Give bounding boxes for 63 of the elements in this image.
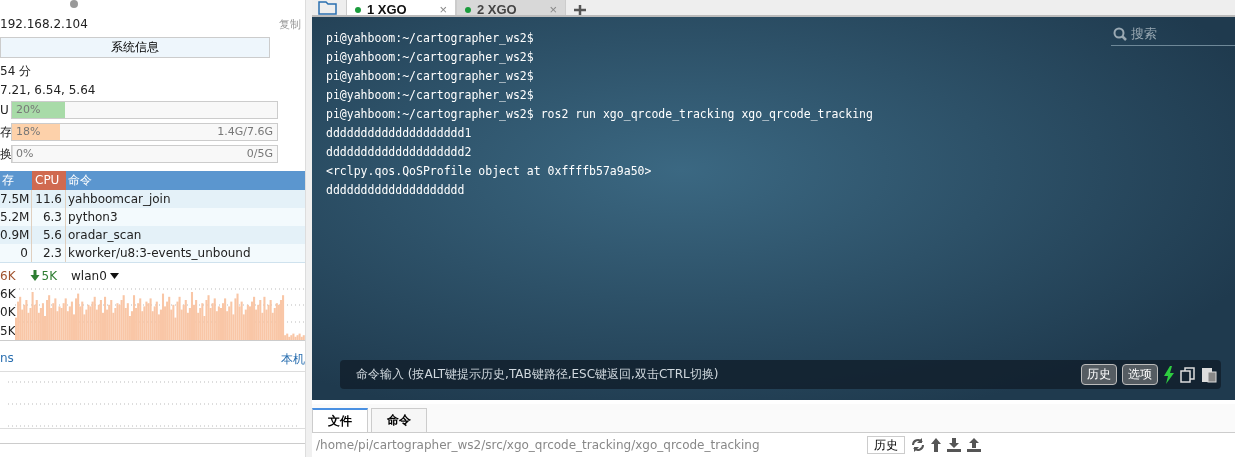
command-placeholder: 命令输入 (按ALT键提示历史,TAB键路径,ESC键返回,双击CTRL切换)	[356, 366, 720, 383]
session-tab[interactable]: 1 XGO ×	[346, 0, 456, 15]
uptime-text: 54 分	[0, 62, 33, 80]
table-cell: 5.6	[32, 225, 66, 244]
table-cell: 0	[0, 243, 32, 262]
up-arrow-icon[interactable]	[931, 438, 941, 452]
down-arrow-icon	[29, 270, 40, 282]
history-button[interactable]: 历史	[867, 436, 905, 454]
status-dot-icon	[70, 0, 78, 8]
column-header[interactable]: CPU	[32, 170, 66, 190]
command-input-bar[interactable]: 命令输入 (按ALT键提示历史,TAB键路径,ESC键返回,双击CTRL切换) 历史 选项	[340, 360, 1221, 389]
copy-icon[interactable]	[1180, 366, 1196, 383]
host-link[interactable]: 本机	[281, 350, 305, 367]
meter-percent: 20%	[16, 103, 41, 117]
path-field[interactable]: /home/pi/cartographer_ws2/src/xgo_qrcode_tracking/xgo_qrcode_tracking	[312, 438, 861, 452]
terminal-line: <rclpy.qos.QoSProfile object at 0xffffb57a9a50>	[326, 163, 652, 180]
lightning-icon[interactable]	[1163, 365, 1175, 384]
dropdown-caret-icon[interactable]	[109, 272, 119, 279]
latency-label: ns	[0, 350, 14, 367]
meter-label: U	[0, 103, 8, 118]
upload-icon[interactable]	[967, 438, 981, 452]
download-rate: 5K	[41, 268, 58, 283]
meter-detail: 0/5G	[246, 147, 273, 161]
meter-percent: 0%	[16, 147, 34, 161]
ip-address: 192.168.2.104	[0, 17, 88, 33]
table-cell-text: kworker/u8:3-events_unbound	[67, 244, 252, 262]
table-cell: 2.3	[32, 243, 66, 262]
search-field[interactable]: 搜索	[1111, 23, 1235, 46]
options-button[interactable]: 选项	[1122, 364, 1158, 385]
axis-label: 6K	[0, 286, 15, 301]
upload-rate: 6K	[0, 268, 16, 283]
folder-icon[interactable]	[318, 1, 340, 15]
panel-tab[interactable]: 文件	[312, 408, 368, 432]
table-cell-text: yahboomcar_join	[67, 190, 172, 208]
axis-label: 0K	[0, 305, 15, 320]
terminal-line: pi@yahboom:~/cartographer_ws2$	[326, 49, 534, 66]
terminal-line: pi@yahboom:~/cartographer_ws2$	[326, 68, 534, 85]
terminal-line: pi@yahboom:~/cartographer_ws2$	[326, 87, 534, 104]
interface-name[interactable]: wlan0	[71, 268, 107, 283]
table-cell: 5.2M	[0, 207, 32, 226]
history-button[interactable]: 历史	[1081, 364, 1117, 385]
table-cell-text: oradar_scan	[67, 226, 143, 244]
terminal-line: dddddddddddddddddddd1	[326, 125, 472, 142]
meter-percent: 18%	[16, 125, 41, 139]
terminal-line: pi@yahboom:~/cartographer_ws2$	[326, 30, 534, 47]
paste-icon[interactable]	[1201, 366, 1217, 383]
terminal-line: pi@yahboom:~/cartographer_ws2$ ros2 run xgo_qrcode_tracking xgo_qrcode_tracking	[326, 106, 873, 123]
session-tab[interactable]: 2 XGO ×	[456, 0, 566, 15]
search-icon	[1113, 27, 1127, 41]
table-cell-text: python3	[67, 208, 119, 226]
terminal-line: dddddddddddddddddddd	[326, 182, 465, 199]
download-icon[interactable]	[947, 438, 961, 452]
table-cell: 0.9M	[0, 225, 32, 244]
system-info-button[interactable]: 系统信息	[0, 37, 270, 58]
table-cell: 11.6	[32, 189, 66, 208]
refresh-icon[interactable]	[911, 438, 925, 452]
table-cell: 6.3	[32, 207, 66, 226]
panel-tab[interactable]: 命令	[371, 408, 427, 432]
table-cell: 7.5M	[0, 189, 32, 208]
load-text: 7.21, 6.54, 5.64	[0, 81, 97, 99]
terminal-line: dddddddddddddddddddd2	[326, 144, 472, 161]
axis-label: 5K	[0, 323, 15, 338]
meter-detail: 1.4G/7.6G	[217, 125, 273, 139]
